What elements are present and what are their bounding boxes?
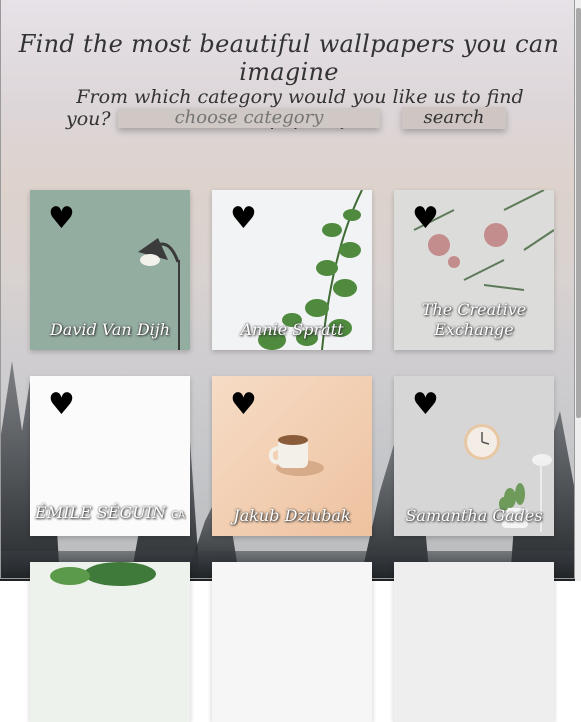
wallpaper-card[interactable]: ♥ David Van Dijh — [30, 190, 190, 350]
heart-icon[interactable]: ♥ — [48, 390, 75, 420]
author-name: Samantha Gades — [405, 506, 543, 525]
heart-icon[interactable]: ♥ — [230, 390, 257, 420]
page-title: Find the most beautiful wallpapers you c… — [18, 30, 560, 86]
category-question-end: you? — [66, 108, 111, 130]
author-name: Annie Spratt — [240, 320, 344, 339]
wallpaper-card[interactable]: ♥ The Creative Exchange — [394, 190, 554, 350]
wallpaper-image — [212, 562, 372, 722]
author-name: Jakub Dziubak — [233, 506, 351, 525]
author-name: David Van Dijh — [49, 320, 171, 339]
wallpaper-image — [394, 562, 554, 722]
heart-icon[interactable]: ♥ — [48, 204, 75, 234]
wallpaper-card[interactable]: ♥ Samantha Gades — [394, 376, 554, 536]
wallpaper-card[interactable]: ♥ ÉMILE SÉGUIN CA — [30, 376, 190, 536]
wallpaper-card[interactable] — [212, 562, 372, 722]
wallpaper-card[interactable] — [30, 562, 190, 722]
author-name-main: ÉMILE SÉGUIN — [35, 503, 167, 522]
wallpaper-image — [30, 562, 190, 722]
author-name-suffix: CA — [171, 510, 185, 521]
heart-icon[interactable]: ♥ — [230, 204, 257, 234]
author-name: The Creative Exchange — [421, 300, 527, 339]
category-input[interactable] — [118, 108, 380, 128]
wallpaper-card[interactable] — [394, 562, 554, 722]
author-name: ÉMILE SÉGUIN CA — [30, 503, 190, 526]
heart-icon[interactable]: ♥ — [412, 204, 439, 234]
wallpaper-card[interactable]: ♥ Jakub Dziubak — [212, 376, 372, 536]
search-button[interactable]: search — [402, 107, 506, 129]
heart-icon[interactable]: ♥ — [412, 390, 439, 420]
wallpaper-card[interactable]: ♥ Annie Spratt — [212, 190, 372, 350]
